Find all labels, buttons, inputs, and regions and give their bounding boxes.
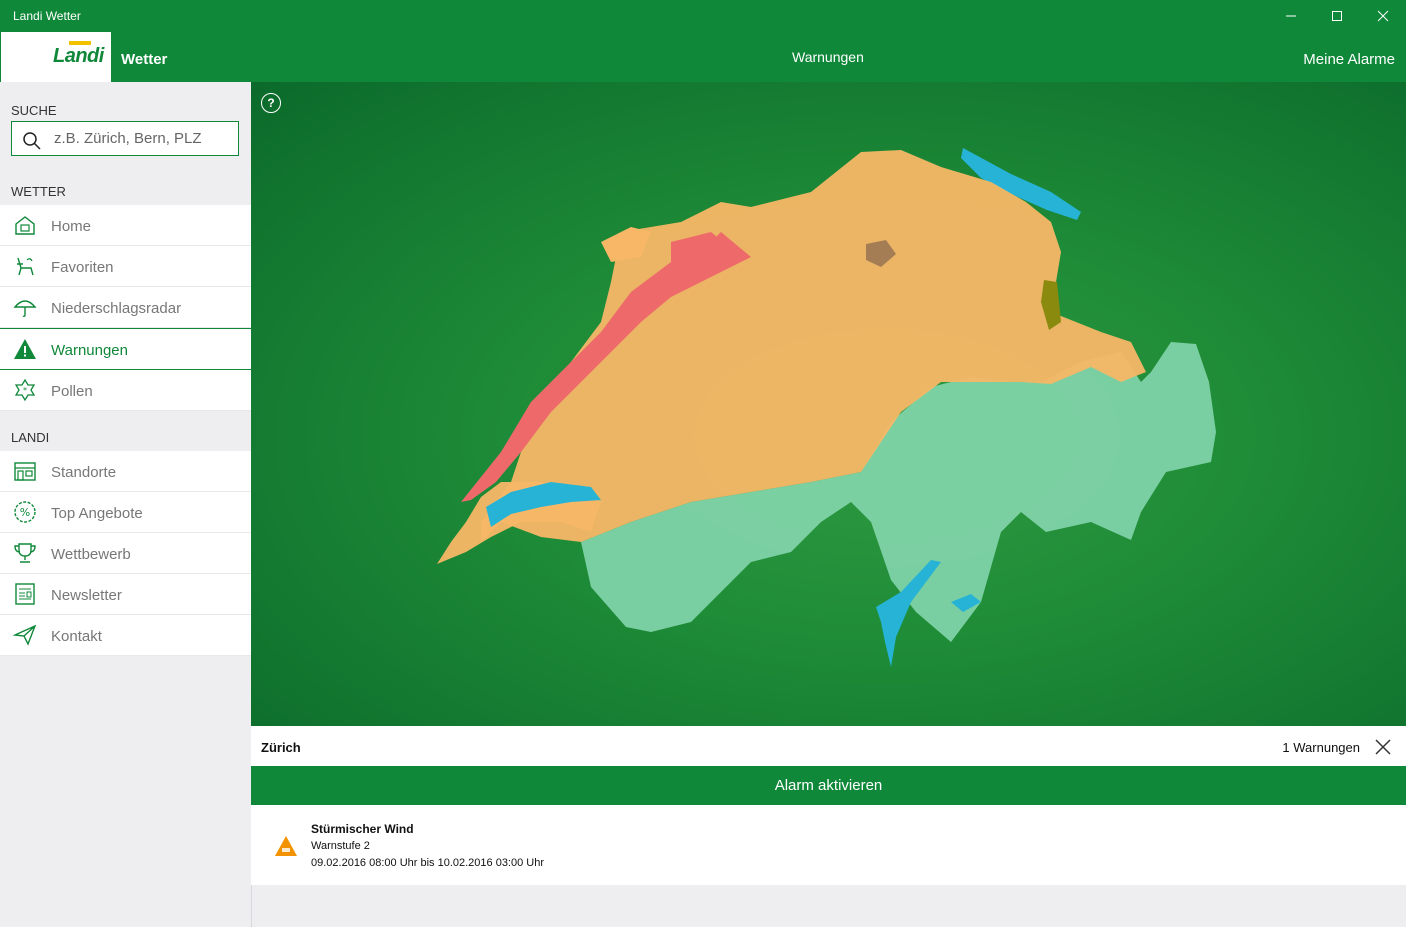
location-bar: Zürich 1 Warnungen [251, 726, 1406, 766]
window-titlebar: Landi Wetter [0, 0, 1406, 32]
paper-plane-icon [13, 624, 37, 646]
warning-card: Stürmischer Wind Warnstufe 2 09.02.2016 … [251, 805, 1406, 885]
sidebar-item-label: Warnungen [51, 342, 128, 359]
sidebar-item-label: Favoriten [51, 259, 114, 276]
landi-nav: Standorte % Top Angebote Wettbewerb News… [0, 451, 251, 656]
svg-text:%: % [20, 506, 30, 519]
search-placeholder: z.B. Zürich, Bern, PLZ [54, 130, 202, 147]
sidebar-item-label: Niederschlagsradar [51, 300, 182, 317]
sidebar-item-top-angebote[interactable]: % Top Angebote [0, 492, 251, 533]
sidebar-item-warnungen[interactable]: Warnungen [0, 328, 251, 370]
umbrella-icon [13, 300, 37, 318]
warning-level: Warnstufe 2 [311, 840, 370, 852]
sidebar-item-kontakt[interactable]: Kontakt [0, 615, 251, 656]
sidebar-item-favoriten[interactable]: Favoriten [0, 246, 251, 287]
search-section-label: SUCHE [11, 103, 57, 118]
sidebar-item-label: Kontakt [51, 628, 102, 645]
app-title: Wetter [121, 51, 168, 68]
search-input[interactable]: z.B. Zürich, Bern, PLZ [11, 121, 239, 156]
newspaper-icon [15, 583, 35, 605]
percent-icon: % [14, 501, 36, 523]
warning-icon [14, 339, 36, 359]
logo-text: Landi [53, 45, 104, 67]
sidebar-item-home[interactable]: Home [0, 205, 251, 246]
sidebar-item-label: Pollen [51, 383, 93, 400]
close-window-button[interactable] [1360, 0, 1406, 32]
warning-period: 09.02.2016 08:00 Uhr bis 10.02.2016 03:0… [311, 857, 545, 869]
close-icon[interactable] [1374, 738, 1392, 756]
sidebar-item-label: Top Angebote [51, 505, 143, 522]
activate-alarm-button[interactable]: Alarm aktivieren [251, 766, 1406, 805]
wind-warning-icon [275, 836, 297, 856]
flower-icon: * [14, 378, 36, 402]
landi-section-label: LANDI [11, 430, 50, 445]
warning-title: Stürmischer Wind [311, 822, 414, 836]
my-alarms-link[interactable]: Meine Alarme [1303, 51, 1395, 68]
store-icon [14, 462, 36, 481]
sidebar-item-standorte[interactable]: Standorte [0, 451, 251, 492]
chair-icon [17, 257, 34, 276]
minimize-icon [1286, 15, 1296, 17]
maximize-icon [1332, 11, 1342, 21]
switzerland-map[interactable] [251, 82, 1406, 726]
warning-count: 1 Warnungen [1282, 740, 1360, 755]
close-icon [1377, 10, 1389, 22]
sidebar-item-newsletter[interactable]: Newsletter [0, 574, 251, 615]
sidebar-item-label: Home [51, 218, 92, 235]
sidebar-item-label: Newsletter [51, 587, 122, 604]
sidebar-item-label: Standorte [51, 464, 117, 481]
sidebar-item-pollen[interactable]: * Pollen [0, 370, 251, 411]
window-title: Landi Wetter [13, 9, 81, 23]
sidebar-item-wettbewerb[interactable]: Wettbewerb [0, 533, 251, 574]
house-icon [15, 216, 35, 235]
app-header: Landi Wetter Warnungen Meine Alarme [0, 32, 1406, 82]
minimize-button[interactable] [1268, 0, 1314, 32]
page-title: Warnungen [792, 49, 864, 65]
weather-nav: Home Favoriten Niederschlagsradar Warnun… [0, 205, 251, 411]
landi-logo[interactable]: Landi [1, 32, 111, 82]
weather-section-label: WETTER [11, 184, 66, 199]
sidebar-item-niederschlagsradar[interactable]: Niederschlagsradar [0, 287, 251, 328]
search-icon [23, 132, 41, 150]
sidebar-item-label: Wettbewerb [51, 546, 131, 563]
sidebar: SUCHE z.B. Zürich, Bern, PLZ WETTER Home… [0, 82, 252, 927]
location-name: Zürich [261, 740, 301, 755]
warning-map[interactable]: ? [251, 82, 1406, 726]
svg-text:*: * [23, 386, 27, 395]
trophy-icon [14, 543, 36, 563]
maximize-button[interactable] [1314, 0, 1360, 32]
